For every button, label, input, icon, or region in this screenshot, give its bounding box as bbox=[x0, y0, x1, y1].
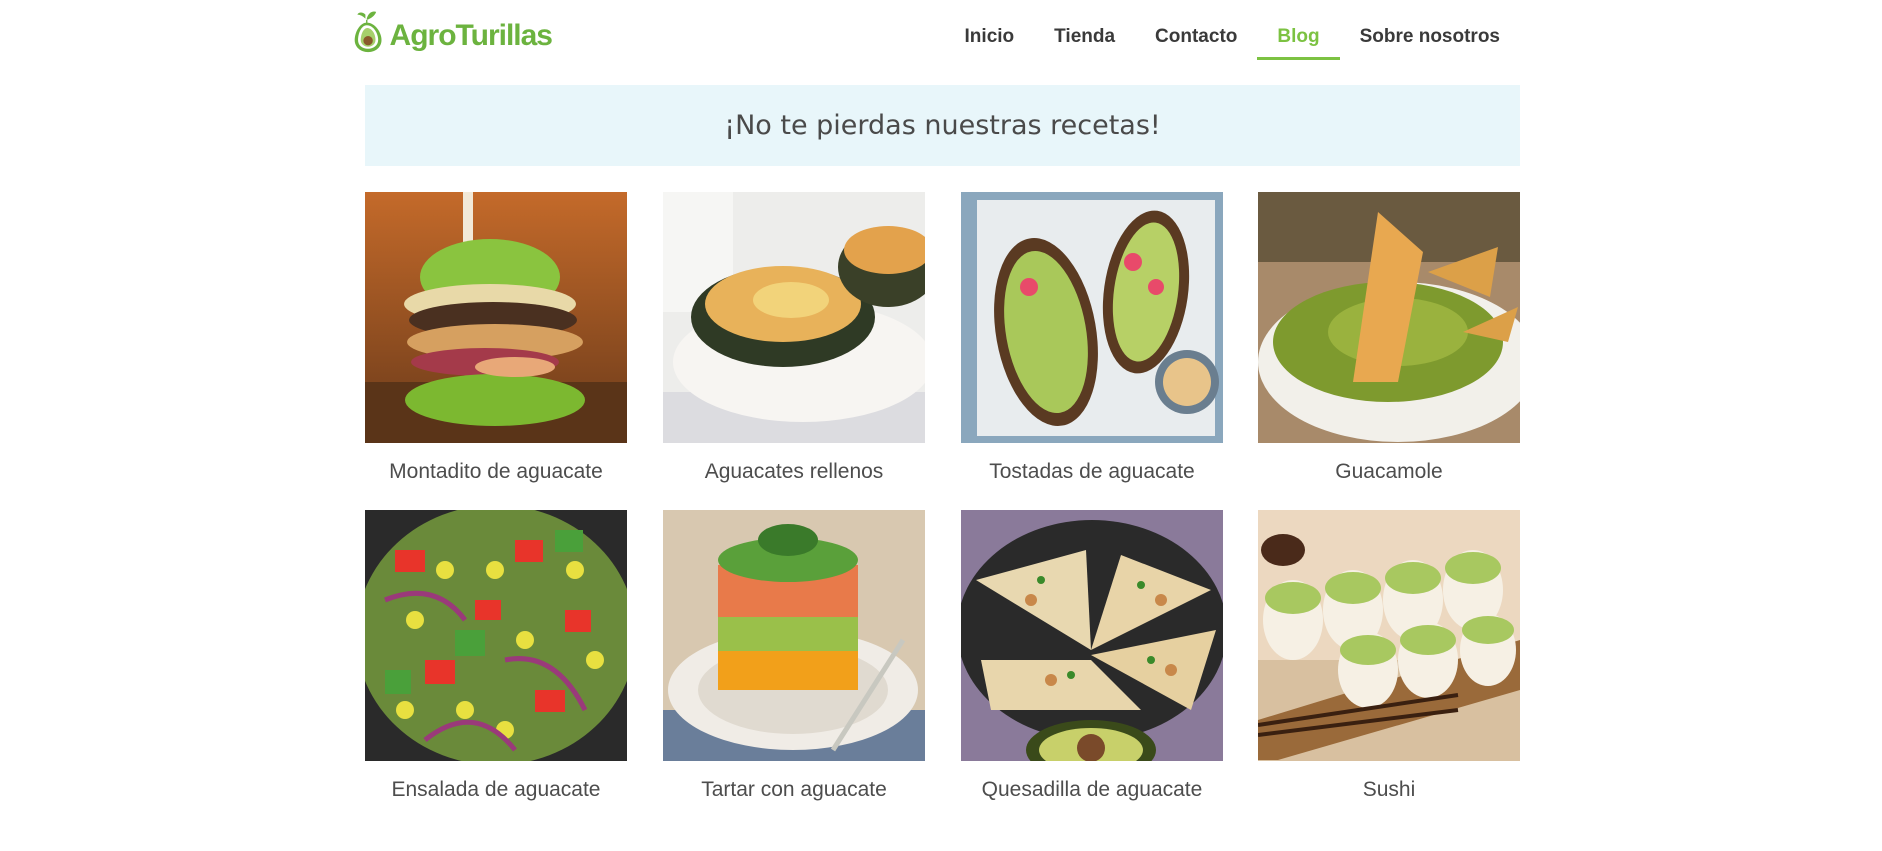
recipe-card-guacamole[interactable]: Guacamole bbox=[1258, 192, 1520, 484]
recipe-title[interactable]: Tartar con aguacate bbox=[663, 778, 925, 802]
avocado-logo-icon bbox=[354, 11, 382, 53]
nav-item-contacto[interactable]: Contacto bbox=[1135, 0, 1257, 60]
recipe-card-tostadas[interactable]: Tostadas de aguacate bbox=[961, 192, 1223, 484]
guacamole-photo[interactable] bbox=[1258, 192, 1520, 443]
banner-title: ¡No te pierdas nuestras recetas! bbox=[724, 110, 1161, 141]
avocado-tartare-photo[interactable] bbox=[663, 510, 925, 761]
avocado-burger-photo[interactable] bbox=[365, 192, 627, 443]
brand-name: AgroTurillas bbox=[389, 19, 553, 52]
recipe-card-ensalada[interactable]: Ensalada de aguacate bbox=[365, 510, 627, 802]
recipe-title[interactable]: Aguacates rellenos bbox=[663, 460, 925, 484]
nav-item-tienda[interactable]: Tienda bbox=[1034, 0, 1135, 60]
stuffed-avocado-photo[interactable] bbox=[663, 192, 925, 443]
recipe-card-sushi[interactable]: Sushi bbox=[1258, 510, 1520, 802]
recipe-title[interactable]: Sushi bbox=[1258, 778, 1520, 802]
site-header: AgroTurillas Inicio Tienda Contacto Blog… bbox=[352, 0, 1520, 66]
recipe-title[interactable]: Tostadas de aguacate bbox=[961, 460, 1223, 484]
recipe-card-tartar[interactable]: Tartar con aguacate bbox=[663, 510, 925, 802]
brand-logo[interactable]: AgroTurillas bbox=[352, 0, 553, 64]
main-nav: Inicio Tienda Contacto Blog Sobre nosotr… bbox=[945, 0, 1520, 62]
avocado-toast-photo[interactable] bbox=[961, 192, 1223, 443]
recipes-banner: ¡No te pierdas nuestras recetas! bbox=[365, 85, 1520, 166]
avocado-salad-photo[interactable] bbox=[365, 510, 627, 761]
blog-page: AgroTurillas Inicio Tienda Contacto Blog… bbox=[0, 0, 1882, 851]
recipe-card-aguacates-rellenos[interactable]: Aguacates rellenos bbox=[663, 192, 925, 484]
recipe-title[interactable]: Quesadilla de aguacate bbox=[961, 778, 1223, 802]
recipe-title[interactable]: Guacamole bbox=[1258, 460, 1520, 484]
nav-item-inicio[interactable]: Inicio bbox=[945, 0, 1035, 60]
nav-item-sobre-nosotros[interactable]: Sobre nosotros bbox=[1340, 0, 1520, 60]
nav-item-blog[interactable]: Blog bbox=[1257, 0, 1340, 60]
recipe-title[interactable]: Montadito de aguacate bbox=[365, 460, 627, 484]
avocado-quesadilla-photo[interactable] bbox=[961, 510, 1223, 761]
recipe-card-montadito[interactable]: Montadito de aguacate bbox=[365, 192, 627, 484]
avocado-sushi-photo[interactable] bbox=[1258, 510, 1520, 761]
recipe-title[interactable]: Ensalada de aguacate bbox=[365, 778, 627, 802]
recipe-card-quesadilla[interactable]: Quesadilla de aguacate bbox=[961, 510, 1223, 802]
